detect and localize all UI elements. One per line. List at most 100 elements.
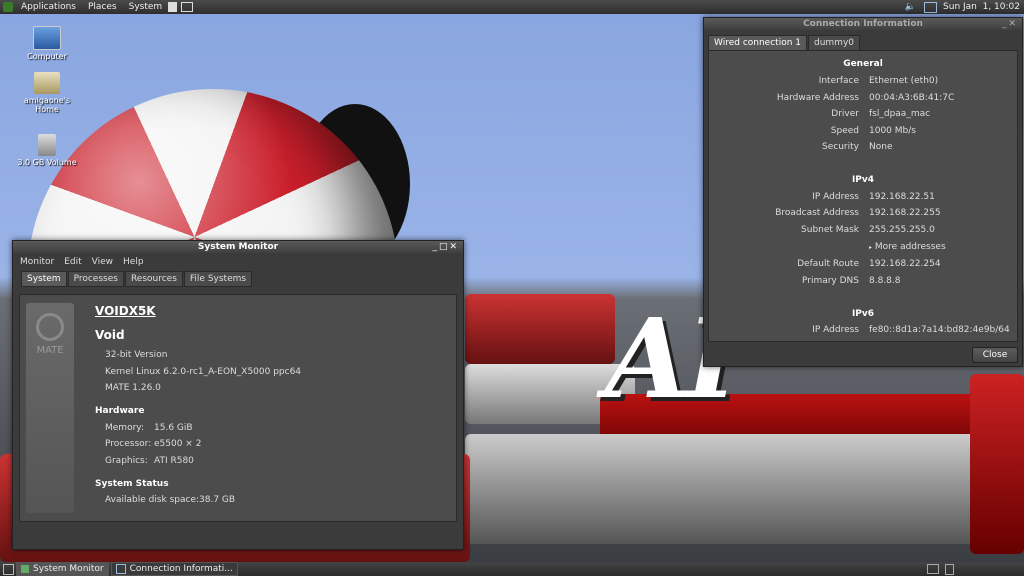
notes-launcher-icon[interactable] [168, 2, 178, 12]
more-addresses-label: More addresses [874, 242, 946, 252]
mate-logo-sidebar: MATE [26, 303, 74, 513]
close-icon[interactable]: ✕ [449, 242, 459, 252]
hardware-address-label: Hardware Address [776, 93, 859, 103]
taskbar-item-system-monitor[interactable]: System Monitor [16, 562, 109, 576]
system-monitor-app-icon [21, 565, 29, 573]
menu-edit[interactable]: Edit [59, 257, 86, 267]
security-label: Security [822, 142, 859, 152]
processor-value: e5500 × 2 [154, 439, 202, 449]
primary-dns-value: 8.8.8.8 [869, 276, 901, 286]
window-title: Connection Information [803, 19, 923, 29]
desktop-icon-label: amigaone's Home [23, 96, 71, 114]
menu-view[interactable]: View [87, 257, 118, 267]
home-folder-icon [34, 72, 60, 94]
ipv4-heading: IPv4 [851, 175, 875, 185]
clock[interactable]: Sun Jan 1, 10:02 [943, 2, 1020, 12]
tab-dummy0[interactable]: dummy0 [808, 35, 861, 51]
distro-name: Void [95, 328, 125, 342]
driver-label: Driver [831, 109, 859, 119]
ipv4-address-value: 192.168.22.51 [869, 192, 935, 202]
mate-logo-text: MATE [36, 345, 64, 356]
show-desktop-icon[interactable] [3, 563, 14, 575]
system-monitor-window: System Monitor _□✕ Monitor Edit View Hel… [12, 240, 464, 550]
desktop-icon-label: Computer [27, 52, 67, 61]
subnet-mask-value: 255.255.255.0 [869, 225, 935, 235]
computer-icon [33, 26, 61, 50]
more-addresses-expander[interactable]: ▸ More addresses [869, 242, 946, 252]
memory-value: 15.6 GiB [154, 423, 193, 433]
desktop-icon-home[interactable]: amigaone's Home [14, 72, 80, 114]
version-line: MATE 1.26.0 [105, 383, 161, 393]
version-line: 32-bit Version [105, 350, 168, 360]
applications-menu[interactable]: Applications [17, 2, 80, 12]
workspace-switcher[interactable] [927, 564, 939, 574]
desktop-icon-label: 3.0 GB Volume [17, 158, 77, 167]
mate-menu-icon[interactable] [3, 2, 13, 12]
tab-bar: Wired connection 1 dummy0 [708, 35, 1022, 51]
broadcast-address-value: 192.168.22.255 [869, 208, 941, 218]
terminal-launcher-icon[interactable] [181, 2, 194, 12]
close-icon[interactable]: ✕ [1008, 19, 1018, 29]
system-menu[interactable]: System [125, 2, 167, 12]
close-button[interactable]: Close [972, 347, 1018, 363]
menu-help[interactable]: Help [118, 257, 149, 267]
maximize-icon[interactable]: □ [439, 242, 450, 252]
speed-value: 1000 Mb/s [869, 126, 916, 136]
taskbar-item-label: System Monitor [33, 564, 104, 574]
places-menu[interactable]: Places [84, 2, 121, 12]
memory-label: Memory: [105, 423, 144, 433]
tab-resources[interactable]: Resources [124, 271, 183, 287]
subnet-mask-label: Subnet Mask [801, 225, 859, 235]
primary-dns-label: Primary DNS [801, 276, 859, 286]
expander-arrow-icon: ▸ [869, 244, 873, 251]
trash-icon[interactable] [945, 563, 954, 575]
hardware-heading: Hardware [95, 406, 145, 416]
broadcast-address-label: Broadcast Address [775, 208, 859, 218]
titlebar[interactable]: System Monitor _□✕ [13, 241, 463, 253]
taskbar-item-label: Connection Informati... [129, 564, 233, 574]
ipv4-address-label: IP Address [812, 192, 859, 202]
system-tab-panel: MATE VOIDX5K Void 32-bit Version Kernel … [19, 294, 457, 522]
hardware-address-value: 00:04:A3:6B:41:7C [869, 93, 955, 103]
ipv6-address-label: IP Address [812, 325, 859, 335]
volume-icon[interactable]: 🔈 [905, 2, 916, 12]
tab-bar: System Processes Resources File Systems [21, 271, 463, 287]
network-app-icon [115, 564, 126, 574]
bottom-panel: System Monitor Connection Informati... [0, 562, 1024, 576]
window-title: System Monitor [197, 242, 279, 252]
speed-label: Speed [830, 126, 859, 136]
top-panel: Applications Places System 🔈 Sun Jan 1, … [0, 0, 1024, 14]
tab-system[interactable]: System [21, 271, 67, 287]
connection-details-panel: General Interface Ethernet (eth0) Hardwa… [708, 50, 1018, 342]
version-line: Kernel Linux 6.2.0-rc1_A-EON_X5000 ppc64 [105, 367, 302, 377]
taskbar-item-connection-info[interactable]: Connection Informati... [110, 562, 238, 576]
wallpaper-cube [465, 294, 615, 364]
connection-info-window: Connection Information _✕ Wired connecti… [703, 17, 1023, 367]
interface-label: Interface [818, 76, 859, 86]
default-route-value: 192.168.22.254 [869, 259, 941, 269]
menubar: Monitor Edit View Help [13, 253, 463, 271]
interface-value: Ethernet (eth0) [869, 76, 939, 86]
general-heading: General [843, 59, 883, 69]
disk-space-label: Available disk space: [105, 495, 200, 505]
tab-wired-connection-1[interactable]: Wired connection 1 [708, 35, 807, 51]
drive-icon [38, 134, 56, 156]
wallpaper-cube [970, 374, 1024, 554]
desktop-icon-computer[interactable]: Computer [14, 26, 80, 61]
mate-logo-icon [36, 313, 64, 341]
disk-space-value: 38.7 GB [199, 495, 236, 505]
menu-monitor[interactable]: Monitor [15, 257, 59, 267]
status-heading: System Status [95, 479, 169, 489]
tab-file-systems[interactable]: File Systems [183, 271, 253, 287]
graphics-label: Graphics: [105, 456, 148, 466]
driver-value: fsl_dpaa_mac [869, 109, 931, 119]
security-value: None [869, 142, 893, 152]
hostname[interactable]: VOIDX5K [95, 304, 156, 318]
desktop-icon-volume[interactable]: 3.0 GB Volume [14, 134, 80, 167]
tab-processes[interactable]: Processes [67, 271, 124, 287]
titlebar[interactable]: Connection Information _✕ [704, 18, 1022, 30]
ipv6-address-value: fe80::8d1a:7a14:bd82:4e9b/64 [869, 325, 1010, 335]
network-icon[interactable] [924, 1, 938, 13]
default-route-label: Default Route [797, 259, 859, 269]
wallpaper-cube [465, 434, 995, 544]
